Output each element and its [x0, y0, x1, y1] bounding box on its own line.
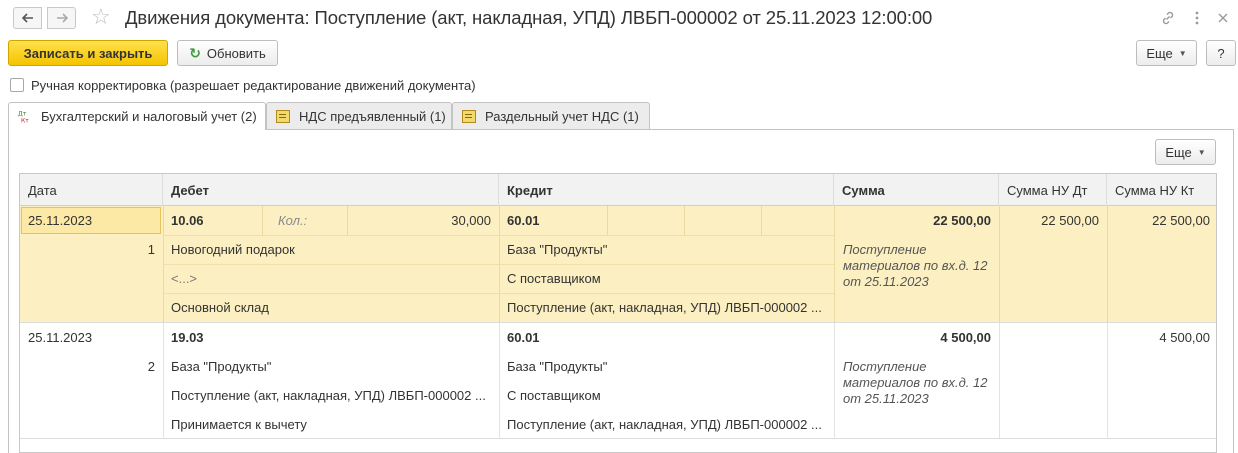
chevron-down-icon: ▼ — [1178, 48, 1187, 58]
close-icon[interactable] — [1213, 8, 1233, 28]
credit-subconto-3[interactable]: Поступление (акт, накладная, УПД) ЛВБП-0… — [499, 410, 834, 439]
debit-subconto-2[interactable]: <...> — [163, 264, 499, 293]
svg-text:Дт: Дт — [18, 111, 27, 118]
debit-subconto-1[interactable]: База "Продукты" — [163, 352, 499, 381]
tab-label: НДС предъявленный (1) — [299, 108, 446, 124]
content-line: от 25.11.2023 — [843, 391, 929, 406]
sum-nu-kt-cell[interactable]: 22 500,00 — [1107, 206, 1216, 235]
content-line: от 25.11.2023 — [843, 274, 929, 289]
quantity-value[interactable]: 30,000 — [347, 206, 499, 235]
credit-subconto-1[interactable]: База "Продукты" — [499, 235, 834, 264]
movements-table: Дата Дебет Кредит Сумма Сумма НУ Дт Сумм… — [19, 173, 1217, 453]
more-label: Еще — [1146, 45, 1173, 61]
column-header-sum[interactable]: Сумма — [834, 174, 999, 206]
star-icon[interactable]: ☆ — [91, 4, 111, 30]
more-label: Еще — [1165, 144, 1192, 160]
sum-nu-dt-cell[interactable] — [999, 323, 1107, 352]
write-and-close-button[interactable]: Записать и закрыть — [8, 40, 168, 66]
sum-nu-kt-cell[interactable]: 4 500,00 — [1107, 323, 1216, 352]
content-line: материалов по вх.д. 12 — [843, 375, 988, 390]
column-header-credit[interactable]: Кредит — [499, 174, 834, 206]
manual-correction-checkbox[interactable] — [10, 78, 24, 92]
debit-account[interactable]: 10.06 — [163, 206, 262, 235]
column-header-date[interactable]: Дата — [20, 174, 163, 206]
credit-subconto-2[interactable]: С поставщиком — [499, 381, 834, 410]
content-line: Поступление — [843, 359, 927, 374]
sum-cell[interactable]: 22 500,00 — [834, 206, 999, 235]
credit-subconto-2[interactable]: С поставщиком — [499, 264, 834, 293]
forward-button[interactable] — [47, 7, 76, 29]
grid-more-button[interactable]: Еще ▼ — [1155, 139, 1216, 165]
row-number: 1 — [147, 242, 155, 257]
register-icon — [462, 109, 476, 123]
credit-subconto-1[interactable]: База "Продукты" — [499, 352, 834, 381]
table-row[interactable]: 25.11.2023 1 10.06 Кол.: 30,000 Новогодн… — [20, 206, 1216, 322]
debit-account[interactable]: 19.03 — [163, 323, 499, 352]
refresh-button[interactable]: ↻ Обновить — [177, 40, 278, 66]
title-bar: ☆ Движения документа: Поступление (акт, … — [0, 0, 1238, 36]
entry-content[interactable]: Поступление материалов по вх.д. 12 от 25… — [843, 242, 987, 290]
register-icon — [276, 109, 290, 123]
back-button[interactable] — [13, 7, 42, 29]
column-header-sum-nu-dt[interactable]: Сумма НУ Дт — [999, 174, 1107, 206]
link-icon[interactable] — [1158, 8, 1178, 28]
debit-subconto-2[interactable]: Поступление (акт, накладная, УПД) ЛВБП-0… — [163, 381, 499, 410]
row-number: 2 — [147, 359, 155, 374]
dt-kt-icon: Дт Кт — [18, 110, 32, 125]
table-header: Дата Дебет Кредит Сумма Сумма НУ Дт Сумм… — [20, 174, 1216, 206]
arrow-right-icon — [56, 13, 68, 23]
credit-account[interactable]: 60.01 — [499, 206, 607, 235]
credit-subconto-3[interactable]: Поступление (акт, накладная, УПД) ЛВБП-0… — [499, 293, 834, 322]
credit-account[interactable]: 60.01 — [499, 323, 834, 352]
date-cell[interactable]: 25.11.2023 — [20, 323, 163, 352]
entry-content[interactable]: Поступление материалов по вх.д. 12 от 25… — [843, 359, 987, 407]
refresh-icon: ↻ — [189, 44, 201, 61]
column-header-sum-nu-kt[interactable]: Сумма НУ Кт — [1107, 174, 1216, 206]
manual-correction-row: Ручная корректировка (разрешает редактир… — [10, 76, 476, 94]
help-button[interactable]: ? — [1206, 40, 1236, 66]
sum-nu-dt-cell[interactable]: 22 500,00 — [999, 206, 1107, 235]
debit-subconto-1[interactable]: Новогодний подарок — [163, 235, 499, 264]
debit-subconto-3[interactable]: Основной склад — [163, 293, 499, 322]
date-cell[interactable]: 25.11.2023 — [20, 206, 163, 235]
tab-label: Бухгалтерский и налоговый учет (2) — [41, 109, 257, 124]
refresh-label: Обновить — [206, 45, 266, 61]
content-line: Поступление — [843, 242, 927, 257]
quantity-label: Кол.: — [278, 213, 308, 228]
window-title: Движения документа: Поступление (акт, на… — [125, 7, 933, 28]
tab-vat-presented[interactable]: НДС предъявленный (1) — [266, 102, 452, 129]
tab-separate-vat[interactable]: Раздельный учет НДС (1) — [452, 102, 650, 129]
column-header-debit[interactable]: Дебет — [163, 174, 499, 206]
svg-text:Кт: Кт — [21, 118, 29, 124]
debit-subconto-3[interactable]: Принимается к вычету — [163, 410, 499, 439]
tab-label: Раздельный учет НДС (1) — [485, 108, 639, 124]
arrow-left-icon — [21, 13, 33, 23]
sum-cell[interactable]: 4 500,00 — [834, 323, 999, 352]
more-vertical-icon[interactable] — [1187, 8, 1207, 28]
row-divider — [20, 438, 1216, 439]
chevron-down-icon: ▼ — [1197, 147, 1206, 157]
content-line: материалов по вх.д. 12 — [843, 258, 988, 273]
tab-accounting[interactable]: Дт Кт Бухгалтерский и налоговый учет (2) — [8, 102, 266, 130]
more-button[interactable]: Еще ▼ — [1136, 40, 1197, 66]
manual-correction-label: Ручная корректировка (разрешает редактир… — [31, 77, 476, 93]
table-row[interactable]: 25.11.2023 2 19.03 База "Продукты" Посту… — [20, 323, 1216, 439]
